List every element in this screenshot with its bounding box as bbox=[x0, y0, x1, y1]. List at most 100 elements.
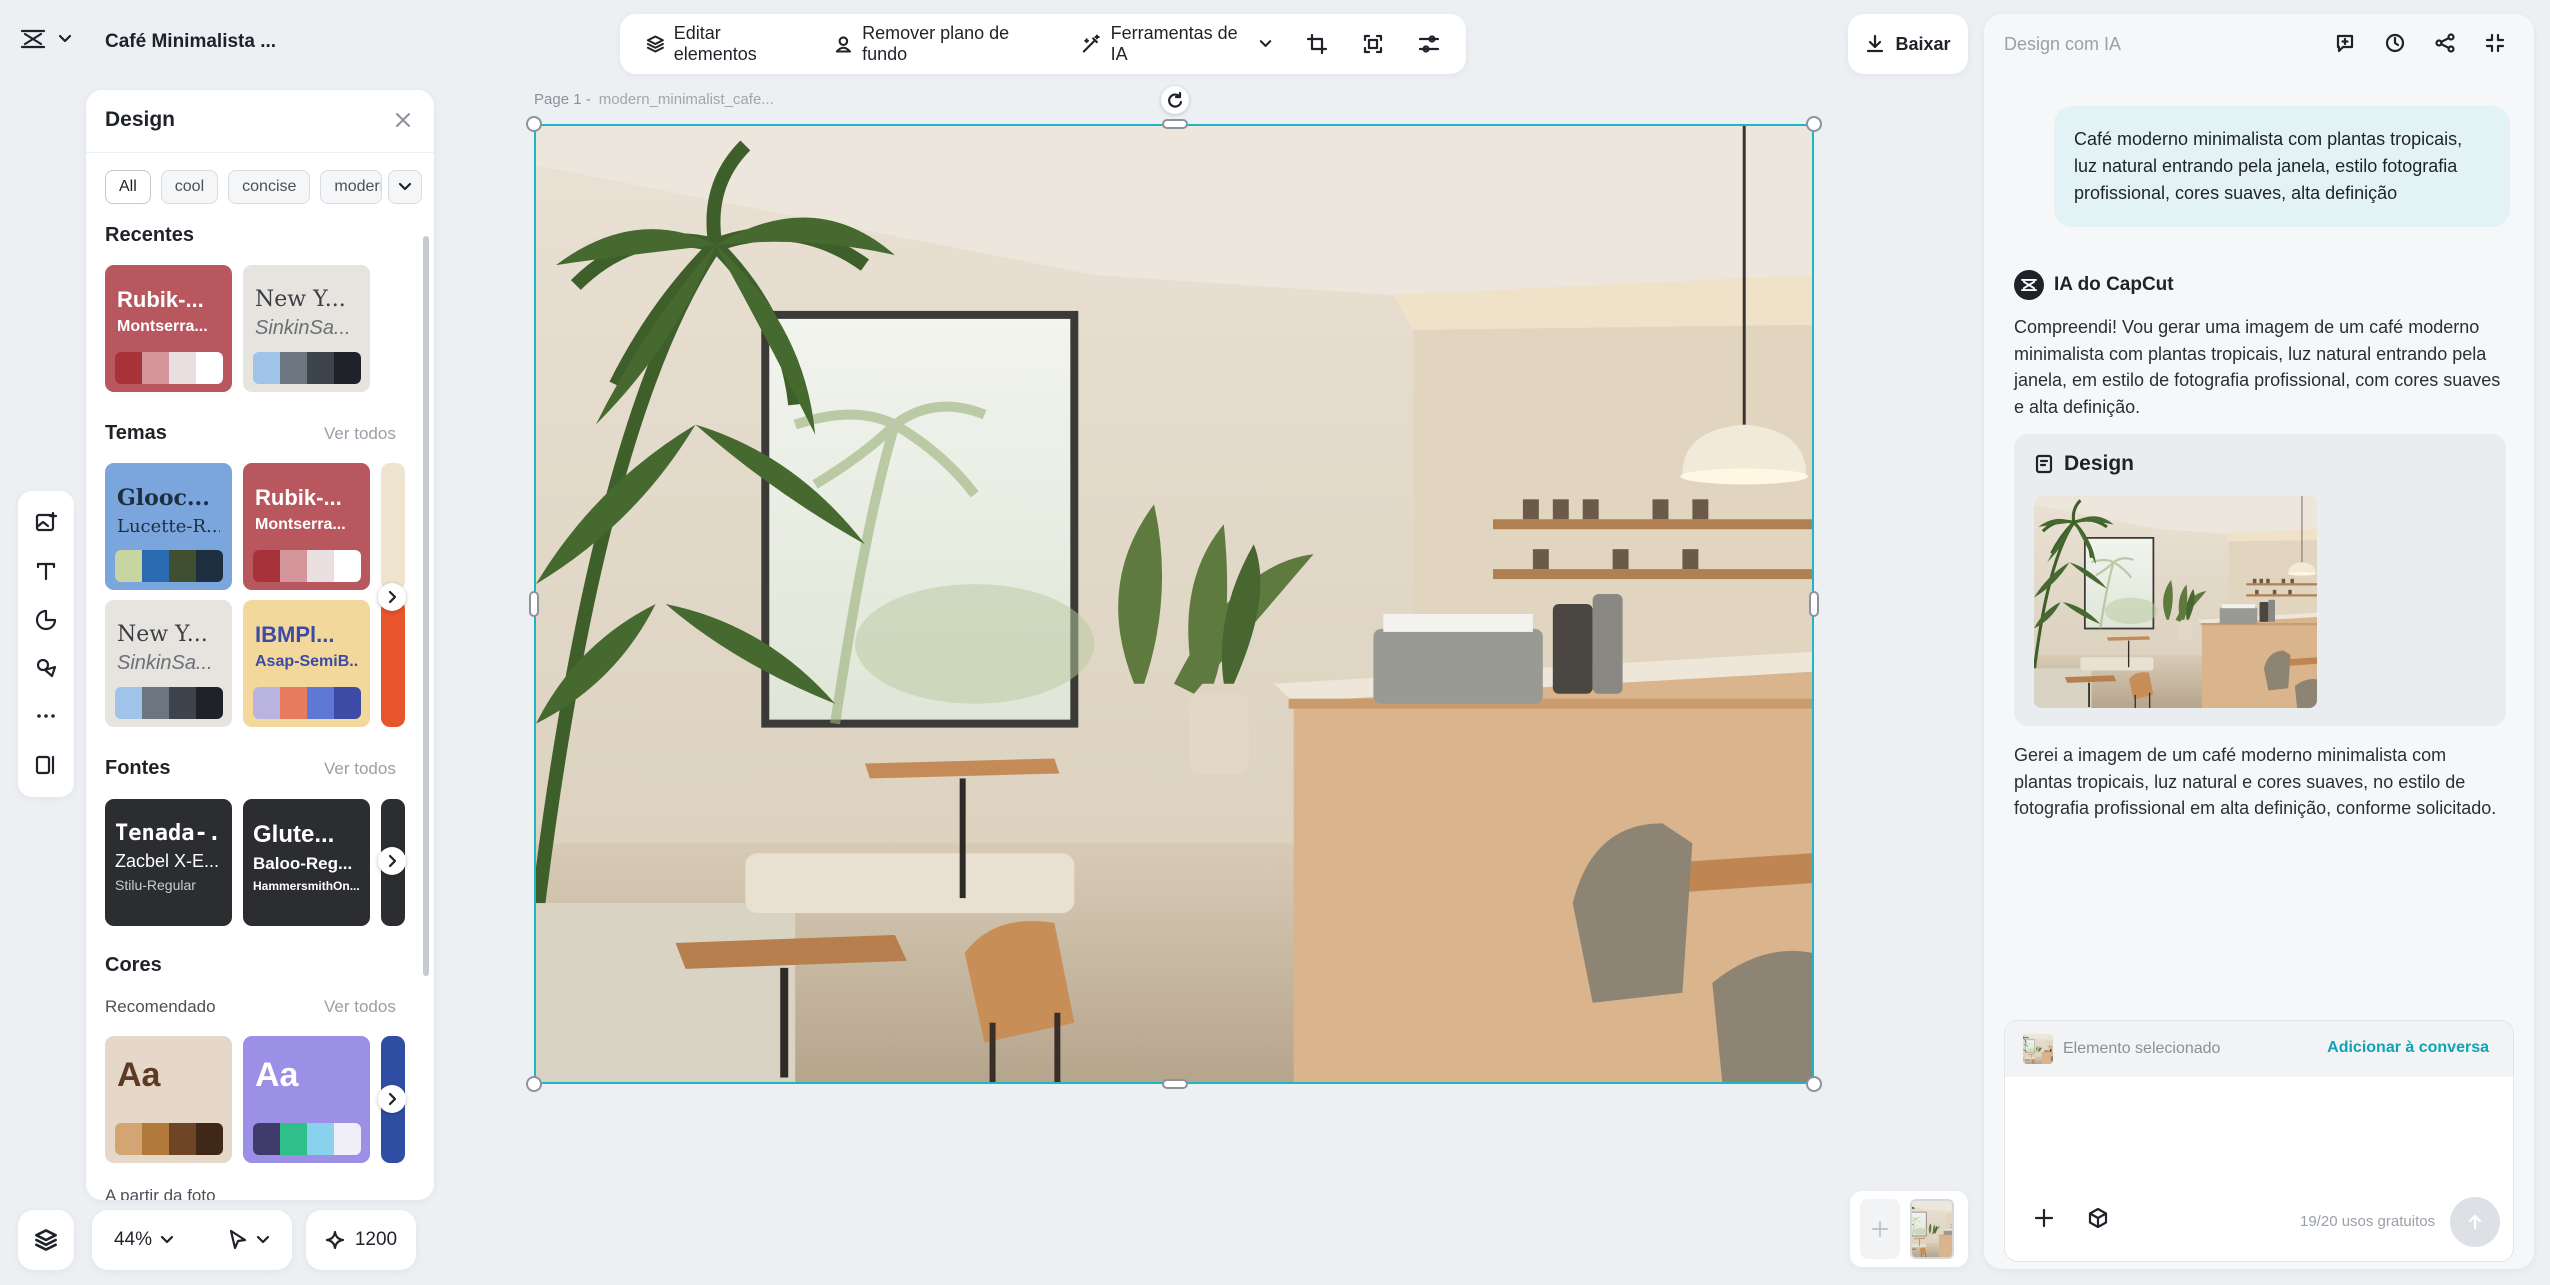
capcut-logo-menu[interactable] bbox=[20, 28, 72, 50]
add-page-button[interactable] bbox=[1860, 1199, 1900, 1259]
font-pair-primary: Tenada-... bbox=[115, 821, 222, 846]
color-palette-card[interactable]: Aa bbox=[243, 1036, 370, 1163]
theme-card-partial[interactable] bbox=[381, 600, 405, 727]
colors-scroll-right-button[interactable] bbox=[378, 1085, 406, 1113]
layers-button[interactable] bbox=[18, 1210, 74, 1270]
color-swatches bbox=[115, 1123, 223, 1155]
generated-design-thumbnail[interactable] bbox=[2034, 496, 2317, 708]
font-pair-card[interactable]: Glute... Baloo-Reg... HammersmithOn... bbox=[243, 799, 370, 926]
send-button[interactable] bbox=[2450, 1197, 2500, 1247]
user-message: Café moderno minimalista com plantas tro… bbox=[2054, 106, 2510, 227]
shapes-icon[interactable] bbox=[34, 608, 58, 632]
crop-icon bbox=[1306, 33, 1328, 55]
generated-design-card: Design bbox=[2014, 434, 2506, 726]
history-icon[interactable] bbox=[2384, 32, 2406, 54]
canvas-image[interactable] bbox=[534, 124, 1814, 1084]
card-font-primary: New Y... bbox=[255, 287, 346, 312]
theme-card[interactable]: Glooc... Lucette-R... bbox=[105, 463, 232, 590]
collapse-icon[interactable] bbox=[2484, 32, 2506, 54]
ai-panel-actions bbox=[2334, 32, 2506, 54]
expand-button[interactable] bbox=[1350, 25, 1396, 63]
more-icon[interactable] bbox=[34, 704, 58, 728]
chevron-down-icon bbox=[1259, 40, 1272, 47]
credits-button[interactable]: 1200 bbox=[306, 1210, 416, 1270]
credits-count: 1200 bbox=[354, 1229, 398, 1250]
chevron-right-icon bbox=[388, 1092, 397, 1106]
filter-chips: All cool concise modern bbox=[105, 170, 383, 204]
page-number: Page 1 - bbox=[534, 91, 591, 108]
pointer-tool-dropdown[interactable] bbox=[228, 1229, 270, 1251]
resize-handle-top-right[interactable] bbox=[1806, 116, 1822, 132]
resize-handle-top[interactable] bbox=[1162, 119, 1188, 129]
chevron-down-icon bbox=[398, 182, 412, 191]
font-pair-tertiary: HammersmithOn... bbox=[253, 879, 360, 893]
card-font-secondary: Asap-SemiB... bbox=[255, 653, 358, 670]
zoom-dropdown[interactable]: 44% bbox=[114, 1229, 174, 1251]
document-title[interactable]: Café Minimalista ... bbox=[105, 31, 276, 53]
resize-handle-left[interactable] bbox=[529, 591, 539, 617]
filter-chip[interactable]: concise bbox=[228, 170, 311, 204]
theme-card[interactable]: IBMPl... Asap-SemiB... bbox=[243, 600, 370, 727]
chevron-down-icon bbox=[58, 34, 72, 43]
themes-section-title: Temas bbox=[105, 422, 167, 444]
resize-handle-right[interactable] bbox=[1809, 591, 1819, 617]
resize-handle-bottom[interactable] bbox=[1162, 1079, 1188, 1089]
elements-icon[interactable] bbox=[34, 656, 58, 680]
filter-chip[interactable]: All bbox=[105, 170, 151, 204]
theme-card-partial[interactable] bbox=[381, 463, 405, 590]
chevron-down-icon bbox=[160, 1235, 174, 1244]
color-palette-card[interactable]: Aa bbox=[105, 1036, 232, 1163]
cube-icon[interactable] bbox=[2087, 1207, 2109, 1229]
fonts-see-all-link[interactable]: Ver todos bbox=[324, 759, 396, 779]
rotate-handle[interactable] bbox=[1161, 86, 1189, 114]
chevron-right-icon bbox=[388, 854, 397, 868]
palette-sample-text: Aa bbox=[255, 1056, 299, 1094]
text-icon[interactable] bbox=[34, 559, 58, 583]
colors-see-all-link[interactable]: Ver todos bbox=[324, 997, 396, 1017]
download-icon bbox=[1867, 34, 1884, 53]
download-button[interactable]: Baixar bbox=[1848, 14, 1968, 74]
color-swatches bbox=[115, 687, 223, 719]
magic-wand-icon bbox=[1082, 34, 1100, 53]
themes-see-all-link[interactable]: Ver todos bbox=[324, 424, 396, 444]
chat-text-input[interactable] bbox=[2005, 1077, 2513, 1187]
sparkle-icon bbox=[325, 1230, 344, 1250]
resize-handle-bottom-left[interactable] bbox=[526, 1076, 542, 1092]
add-to-conversation-link[interactable]: Adicionar à conversa bbox=[2327, 1039, 2489, 1057]
adjust-button[interactable] bbox=[1406, 25, 1452, 63]
crop-button[interactable] bbox=[1294, 25, 1340, 63]
resize-handle-top-left[interactable] bbox=[526, 116, 542, 132]
panel-toggle-icon[interactable] bbox=[34, 753, 58, 777]
filters-expand-button[interactable] bbox=[388, 170, 422, 204]
plus-icon bbox=[1872, 1221, 1888, 1237]
fonts-section-title: Fontes bbox=[105, 757, 171, 779]
theme-card[interactable]: New Y... SinkinSa... bbox=[105, 600, 232, 727]
fonts-scroll-right-button[interactable] bbox=[378, 847, 406, 875]
recent-style-card[interactable]: New Y... SinkinSa... bbox=[243, 265, 370, 392]
theme-card[interactable]: Rubik-... Montserra... bbox=[243, 463, 370, 590]
resize-handle-bottom-right[interactable] bbox=[1806, 1076, 1822, 1092]
page-thumbnail[interactable] bbox=[1910, 1199, 1954, 1259]
edit-elements-button[interactable]: Editar elementos bbox=[634, 15, 812, 73]
card-font-primary: Rubik-... bbox=[255, 485, 342, 510]
recent-style-card[interactable]: Rubik-... Montserra... bbox=[105, 265, 232, 392]
color-swatches bbox=[115, 550, 223, 582]
filter-chip[interactable]: modern bbox=[320, 170, 383, 204]
ai-tools-dropdown[interactable]: Ferramentas de IA bbox=[1069, 15, 1284, 73]
design-panel-scrollbar[interactable] bbox=[423, 236, 429, 976]
expand-frame-icon bbox=[1363, 34, 1383, 54]
font-pair-card[interactable]: Tenada-... Zacbel X-E... Stilu-Regular bbox=[105, 799, 232, 926]
plus-icon[interactable] bbox=[2033, 1207, 2055, 1229]
arrow-up-icon bbox=[2468, 1214, 2482, 1230]
close-icon[interactable] bbox=[393, 110, 413, 130]
layers-icon bbox=[646, 35, 664, 53]
remove-background-button[interactable]: Remover plano de fundo bbox=[822, 15, 1059, 73]
new-chat-icon[interactable] bbox=[2334, 32, 2356, 54]
share-icon[interactable] bbox=[2434, 32, 2456, 54]
filter-chip[interactable]: cool bbox=[160, 170, 219, 204]
themes-scroll-right-button[interactable] bbox=[378, 583, 406, 611]
add-image-icon[interactable] bbox=[34, 511, 58, 535]
capcut-logo-icon bbox=[20, 29, 46, 49]
color-swatches bbox=[115, 352, 223, 384]
page-thumbnails bbox=[1850, 1191, 1968, 1267]
